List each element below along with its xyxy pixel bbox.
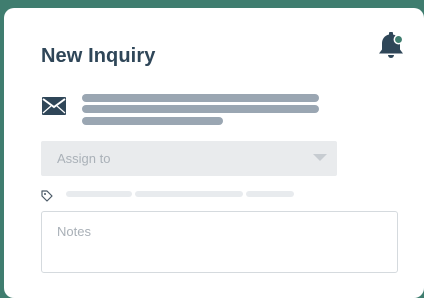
email-placeholder-line-2 — [82, 105, 319, 113]
email-placeholder-line-3 — [82, 117, 223, 125]
inquiry-card: New Inquiry Assign to Notes — [4, 8, 424, 298]
tag-placeholder-2 — [135, 191, 243, 197]
tag-placeholder-1 — [66, 191, 132, 197]
mail-icon — [41, 96, 67, 116]
bell-icon[interactable] — [378, 31, 404, 62]
chevron-down-icon[interactable] — [313, 154, 327, 161]
email-placeholder-line-1 — [82, 94, 319, 102]
tag-placeholder-3 — [246, 191, 294, 197]
form-title: New Inquiry — [41, 45, 156, 67]
tag-icon — [41, 189, 53, 202]
notes-placeholder: Notes — [57, 224, 91, 239]
assign-to-select[interactable]: Assign to — [41, 141, 337, 176]
notes-field[interactable]: Notes — [41, 211, 398, 273]
assign-to-label: Assign to — [57, 151, 111, 166]
